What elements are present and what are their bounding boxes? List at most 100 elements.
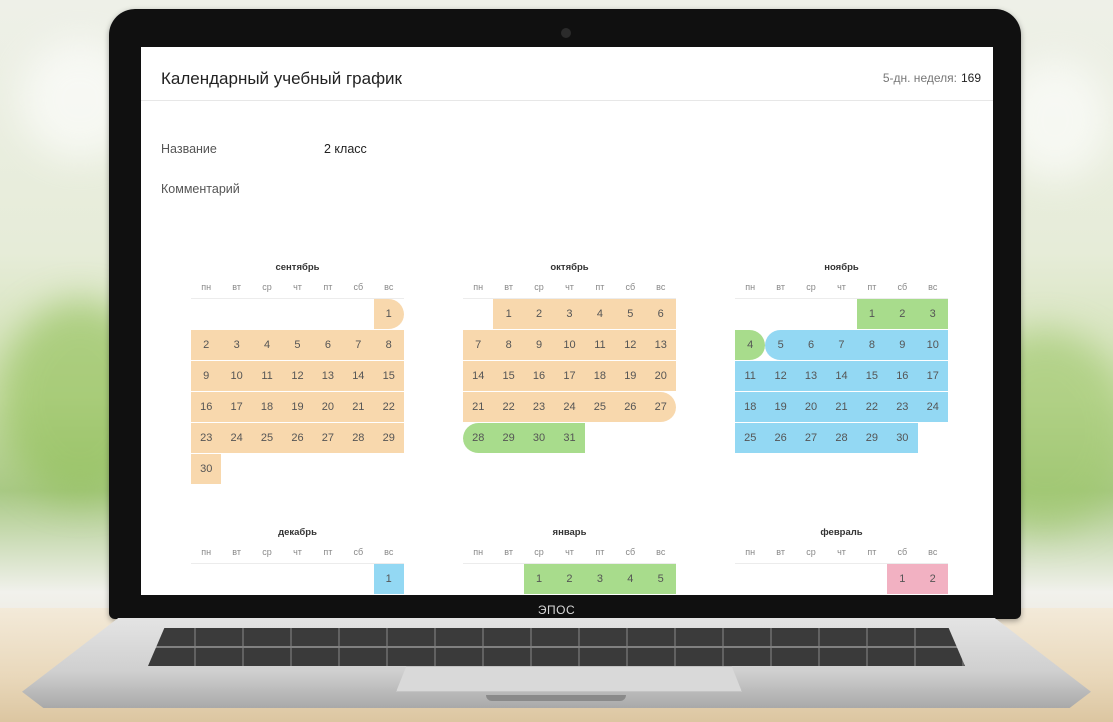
day-cell[interactable]: 2: [523, 299, 555, 330]
day-cell[interactable]: 12: [282, 361, 313, 392]
day-cell[interactable]: 4: [615, 564, 646, 595]
day-cell[interactable]: 22: [493, 392, 524, 423]
day-cell[interactable]: 14: [826, 361, 857, 392]
day-cell[interactable]: 1: [887, 564, 918, 595]
day-cell[interactable]: 8: [856, 330, 888, 361]
day-cell[interactable]: 16: [887, 361, 918, 392]
day-cell[interactable]: 18: [735, 392, 766, 423]
day-cell[interactable]: 20: [312, 392, 344, 423]
day-cell[interactable]: 29: [373, 423, 404, 454]
day-cell[interactable]: 25: [735, 423, 766, 454]
day-cell[interactable]: 26: [765, 423, 796, 454]
day-cell[interactable]: 18: [584, 361, 616, 392]
day-cell[interactable]: 23: [887, 392, 918, 423]
day-cell[interactable]: 4: [251, 330, 283, 361]
day-cell[interactable]: 7: [343, 330, 374, 361]
day-cell[interactable]: 15: [373, 361, 404, 392]
day-cell[interactable]: 27: [795, 423, 827, 454]
day-cell[interactable]: 13: [645, 330, 676, 361]
day-cell[interactable]: 20: [645, 361, 676, 392]
day-cell[interactable]: 16: [523, 361, 555, 392]
day-cell[interactable]: 29: [493, 423, 524, 454]
day-cell[interactable]: 2: [887, 299, 918, 330]
day-cell[interactable]: 1: [493, 299, 524, 330]
day-cell[interactable]: 15: [493, 361, 524, 392]
day-cell[interactable]: 3: [917, 299, 948, 330]
day-cell[interactable]: 5: [765, 330, 796, 361]
day-cell[interactable]: 17: [917, 361, 948, 392]
day-cell[interactable]: 9: [887, 330, 918, 361]
day-cell[interactable]: 25: [584, 392, 616, 423]
day-cell[interactable]: 5: [645, 564, 676, 595]
day-cell[interactable]: 9: [191, 361, 222, 392]
day-cell[interactable]: 2: [917, 564, 948, 595]
day-cell[interactable]: 6: [645, 299, 676, 330]
day-cell[interactable]: 2: [554, 564, 585, 595]
day-cell[interactable]: 30: [523, 423, 555, 454]
day-cell[interactable]: 3: [554, 299, 585, 330]
day-cell[interactable]: 1: [373, 299, 404, 330]
day-cell[interactable]: 20: [795, 392, 827, 423]
day-cell[interactable]: 11: [735, 361, 766, 392]
day-cell[interactable]: 19: [615, 361, 646, 392]
day-cell[interactable]: 14: [343, 361, 374, 392]
day-cell[interactable]: 15: [856, 361, 888, 392]
day-cell[interactable]: 7: [463, 330, 494, 361]
day-cell[interactable]: 10: [917, 330, 948, 361]
day-cell[interactable]: 3: [221, 330, 252, 361]
day-cell[interactable]: 24: [917, 392, 948, 423]
day-cell[interactable]: 5: [615, 299, 646, 330]
day-cell[interactable]: 4: [735, 330, 766, 361]
day-cell[interactable]: 19: [282, 392, 313, 423]
day-cell[interactable]: 29: [856, 423, 888, 454]
day-cell[interactable]: 23: [191, 423, 222, 454]
day-cell[interactable]: 6: [312, 330, 344, 361]
day-cell[interactable]: 1: [856, 299, 888, 330]
day-cell[interactable]: 30: [191, 454, 222, 485]
day-cell[interactable]: 24: [221, 423, 252, 454]
day-cell[interactable]: 28: [343, 423, 374, 454]
day-cell[interactable]: 26: [615, 392, 646, 423]
day-cell[interactable]: 18: [251, 392, 283, 423]
day-cell[interactable]: 27: [645, 392, 676, 423]
day-cell[interactable]: 17: [221, 392, 252, 423]
day-cell[interactable]: 31: [554, 423, 585, 454]
day-cell[interactable]: 2: [191, 330, 222, 361]
day-cell[interactable]: 21: [826, 392, 857, 423]
day-cell[interactable]: 30: [887, 423, 918, 454]
day-cell[interactable]: 12: [615, 330, 646, 361]
day-cell[interactable]: 28: [463, 423, 494, 454]
day-cell[interactable]: 8: [493, 330, 524, 361]
day-cell[interactable]: 3: [584, 564, 616, 595]
day-cell[interactable]: 23: [523, 392, 555, 423]
day-cell[interactable]: 6: [795, 330, 827, 361]
day-cell[interactable]: 11: [584, 330, 616, 361]
day-cell[interactable]: 13: [795, 361, 827, 392]
day-cell[interactable]: 21: [463, 392, 494, 423]
day-cell[interactable]: 1: [523, 564, 555, 595]
day-cell[interactable]: 5: [282, 330, 313, 361]
day-cell[interactable]: 11: [251, 361, 283, 392]
day-cell[interactable]: 10: [554, 330, 585, 361]
day-cell[interactable]: 22: [856, 392, 888, 423]
day-cell[interactable]: 13: [312, 361, 344, 392]
day-cell[interactable]: 19: [765, 392, 796, 423]
day-cell[interactable]: 25: [251, 423, 283, 454]
day-cell[interactable]: 27: [312, 423, 344, 454]
day-cell[interactable]: 14: [463, 361, 494, 392]
day-cell[interactable]: 22: [373, 392, 404, 423]
name-value[interactable]: 2 класс: [324, 142, 367, 156]
day-cell[interactable]: 24: [554, 392, 585, 423]
day-cell[interactable]: 10: [221, 361, 252, 392]
day-cell[interactable]: 17: [554, 361, 585, 392]
day-cell[interactable]: 28: [826, 423, 857, 454]
day-cell[interactable]: 21: [343, 392, 374, 423]
day-cell[interactable]: 1: [373, 564, 404, 595]
day-cell[interactable]: 26: [282, 423, 313, 454]
day-cell[interactable]: 9: [523, 330, 555, 361]
day-cell[interactable]: 8: [373, 330, 404, 361]
day-cell[interactable]: 4: [584, 299, 616, 330]
day-cell[interactable]: 16: [191, 392, 222, 423]
day-cell[interactable]: 12: [765, 361, 796, 392]
day-cell[interactable]: 7: [826, 330, 857, 361]
